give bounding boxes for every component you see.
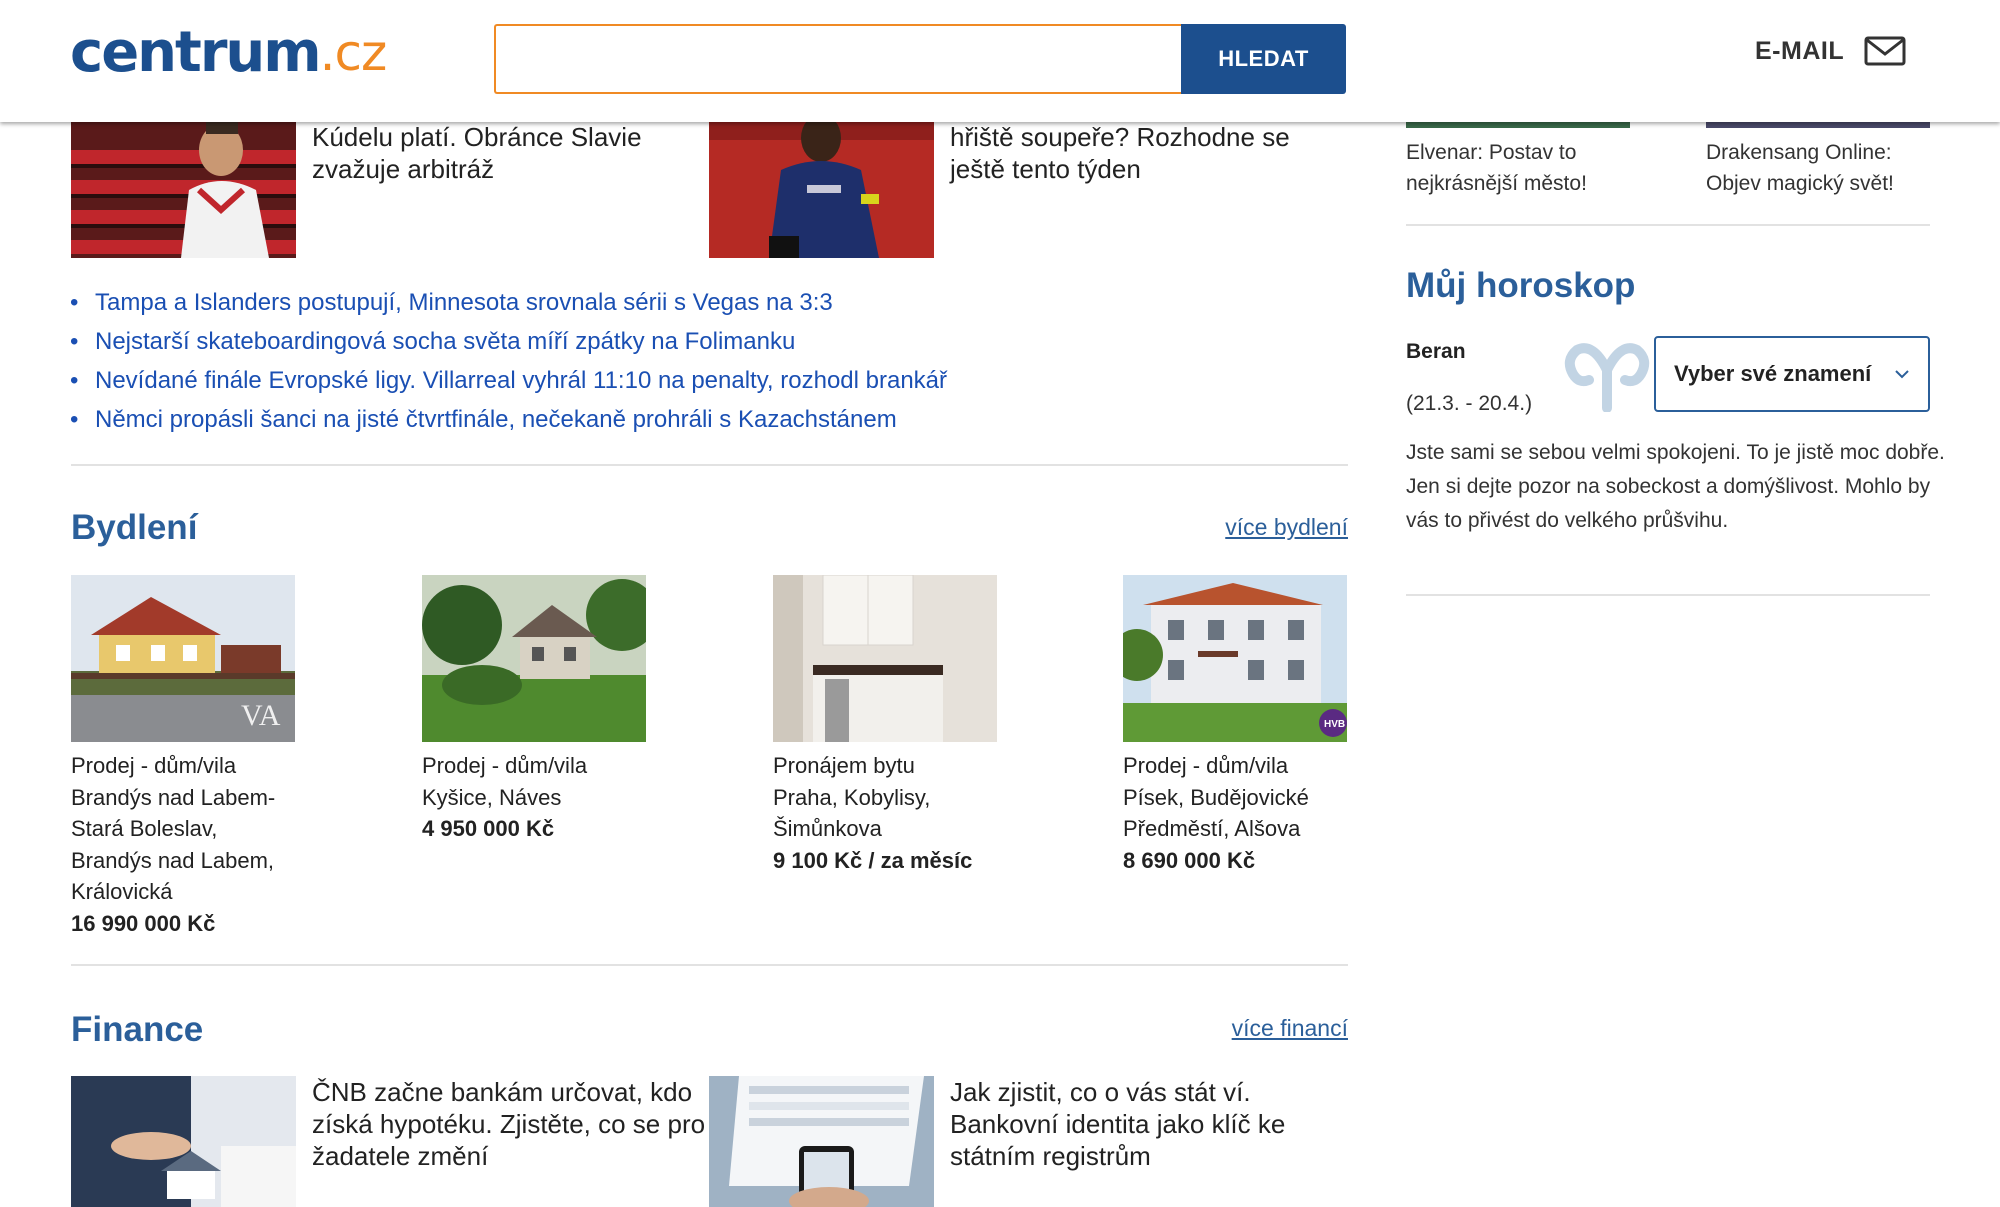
article-image-mortgage[interactable]	[71, 1076, 296, 1207]
article-title-football[interactable]: hřiště soupeře? Rozhodne se ještě tento …	[950, 121, 1330, 185]
property-location: Brandýs nad Labem-Stará Boleslav, Brandý…	[71, 784, 276, 905]
horoscope-dates: (21.3. - 20.4.)	[1406, 392, 1533, 415]
divider	[71, 964, 1348, 966]
game-caption-drakensang[interactable]: Drakensang Online: Objev magický svět!	[1706, 137, 1926, 199]
property-photo[interactable]	[422, 575, 646, 742]
property-type: Prodej - dům/vila	[71, 753, 237, 778]
divider	[71, 464, 1348, 466]
divider	[1406, 594, 1930, 596]
property-photo[interactable]: VA	[71, 575, 295, 742]
sport-link-skate[interactable]: Nejstarší skateboardingová socha světa m…	[95, 328, 795, 355]
property-card[interactable]: Pronájem bytu Praha, Kobylisy, Šimůnkova…	[773, 575, 998, 876]
svg-text:VA: VA	[241, 699, 281, 732]
property-type: Prodej - dům/vila	[1123, 753, 1289, 778]
list-item[interactable]: Němci propásli šanci na jisté čtvrtfinál…	[70, 400, 947, 439]
property-price: 16 990 000 Kč	[71, 910, 216, 936]
property-price: 9 100 Kč / za měsíc	[773, 847, 973, 873]
aries-icon	[1563, 340, 1651, 413]
email-link[interactable]: E-MAIL	[1755, 36, 1906, 66]
sport-link-tampa[interactable]: Tampa a Islanders postupují, Minnesota s…	[95, 289, 833, 316]
horoscope-sign: Beran	[1406, 340, 1466, 363]
property-price: 8 690 000 Kč	[1123, 847, 1256, 873]
divider	[1406, 224, 1930, 226]
more-bydleni-link[interactable]: více bydlení	[1225, 514, 1348, 541]
horoscope-title: Můj horoskop	[1406, 266, 1636, 305]
property-card[interactable]: VA Prodej - dům/vila Brandýs nad Labem-S…	[71, 575, 296, 939]
search-button[interactable]: HLEDAT	[1181, 24, 1346, 94]
zodiac-select[interactable]: Vyber své znamení	[1654, 336, 1930, 412]
list-item[interactable]: Nevídané finále Evropské ligy. Villarrea…	[70, 361, 947, 400]
property-location: Písek, Budějovické Předměstí, Alšova	[1123, 784, 1309, 842]
centrum-logo[interactable]: centrum .cz	[70, 18, 388, 88]
list-item[interactable]: Nejstarší skateboardingová socha světa m…	[70, 322, 947, 361]
sport-link-nemci[interactable]: Němci propásli šanci na jisté čtvrtfinál…	[95, 406, 897, 433]
chevron-down-icon	[1895, 370, 1909, 379]
article-image-phone[interactable]	[709, 1076, 934, 1207]
property-card[interactable]: HVB Prodej - dům/vila Písek, Budějovické…	[1123, 575, 1348, 876]
article-image-slavia[interactable]	[71, 110, 296, 258]
article-title-cnb[interactable]: ČNB začne bankám určovat, kdo získá hypo…	[312, 1076, 712, 1172]
property-price: 4 950 000 Kč	[422, 816, 555, 841]
property-location: Praha, Kobylisy, Šimůnkova	[773, 784, 931, 842]
zodiac-select-value: Vyber své znamení	[1674, 361, 1872, 386]
section-title-bydleni[interactable]: Bydlení	[71, 508, 197, 548]
property-card[interactable]: Prodej - dům/vila Kyšice, Náves 4 950 00…	[422, 575, 647, 845]
sport-link-villarreal[interactable]: Nevídané finále Evropské ligy. Villarrea…	[95, 367, 947, 394]
logo-brand: centrum	[70, 20, 322, 85]
search-input[interactable]	[494, 24, 1181, 94]
more-finance-link[interactable]: více financí	[1232, 1015, 1348, 1042]
email-label: E-MAIL	[1755, 36, 1845, 65]
svg-text:HVB: HVB	[1324, 719, 1345, 730]
game-caption-elvenar[interactable]: Elvenar: Postav to nejkrásnější město!	[1406, 137, 1626, 199]
property-type: Prodej - dům/vila	[422, 753, 588, 778]
envelope-icon	[1864, 36, 1906, 66]
section-title-finance[interactable]: Finance	[71, 1010, 203, 1050]
article-title-bankid[interactable]: Jak zjistit, co o vás stát ví. Bankovní …	[950, 1076, 1340, 1172]
article-title-slavia[interactable]: Kúdelu platí. Obránce Slavie zvažuje arb…	[312, 121, 672, 185]
sport-news-list: Tampa a Islanders postupují, Minnesota s…	[70, 283, 947, 439]
property-location: Kyšice, Náves	[422, 784, 562, 810]
search-bar: HLEDAT	[494, 24, 1346, 94]
property-photo[interactable]	[773, 575, 997, 742]
article-image-football[interactable]	[709, 110, 934, 258]
list-item[interactable]: Tampa a Islanders postupují, Minnesota s…	[70, 283, 947, 322]
site-header: centrum .cz HLEDAT E-MAIL	[0, 0, 2000, 122]
property-type: Pronájem bytu	[773, 753, 915, 778]
property-photo[interactable]: HVB	[1123, 575, 1347, 742]
logo-tld: .cz	[319, 24, 388, 82]
horoscope-text: Jste sami se sebou velmi spokojeni. To j…	[1406, 441, 1945, 532]
